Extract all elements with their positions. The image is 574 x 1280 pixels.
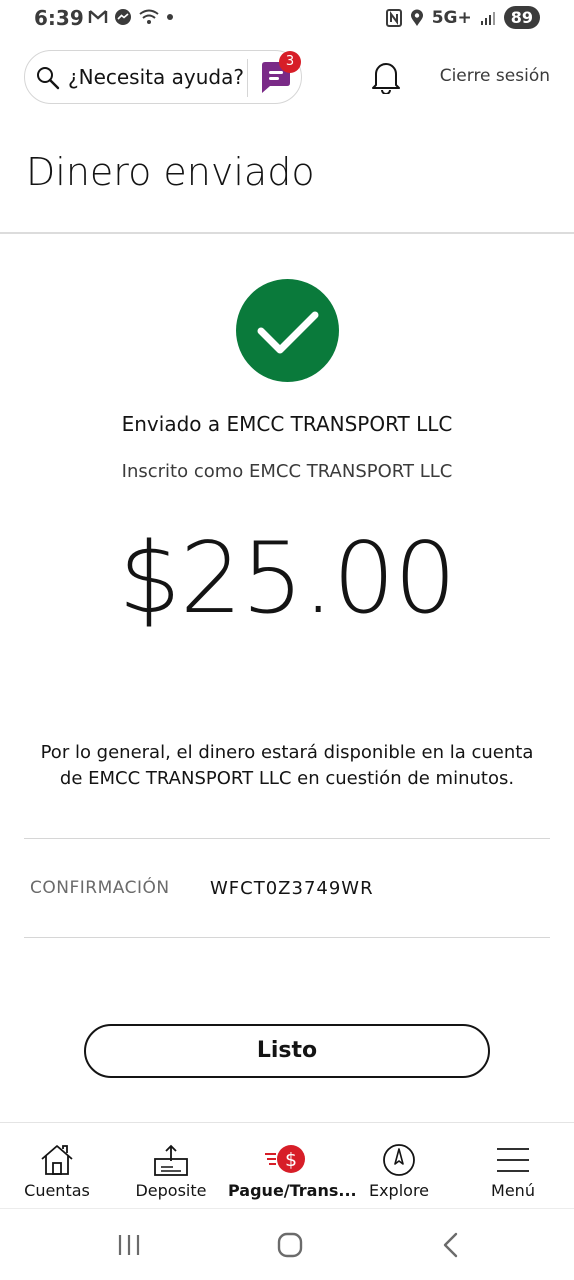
page-title: Dinero enviado bbox=[26, 150, 315, 194]
confirmation-bottom-divider bbox=[24, 937, 550, 938]
location-icon bbox=[410, 9, 423, 26]
recent-apps-icon[interactable] bbox=[116, 1233, 142, 1257]
help-search-box[interactable]: ¿Necesita ayuda? 3 bbox=[24, 50, 302, 104]
enrolled-as-text: Inscrito como EMCC TRANSPORT LLC bbox=[121, 461, 453, 482]
signal-icon bbox=[480, 11, 495, 25]
nav-item-explore[interactable]: Explore bbox=[342, 1123, 456, 1209]
confirmation-label: CONFIRMACIÓN bbox=[30, 878, 170, 898]
pay-transfer-icon: $ bbox=[265, 1145, 305, 1173]
notification-bell-icon[interactable] bbox=[370, 60, 402, 94]
nav-item-deposit[interactable]: Deposite bbox=[114, 1123, 228, 1209]
signout-link[interactable]: Cierre sesión bbox=[440, 66, 550, 86]
compass-icon bbox=[383, 1144, 415, 1176]
notification-icons bbox=[88, 8, 174, 26]
title-divider bbox=[0, 232, 574, 234]
availability-message: Por lo general, el dinero estará disponi… bbox=[40, 742, 534, 789]
help-search-label: ¿Necesita ayuda? bbox=[68, 65, 244, 89]
nav-label-deposit: Deposite bbox=[135, 1181, 207, 1200]
nav-item-pay-transfer[interactable]: $ Pague/Trans... bbox=[228, 1123, 357, 1209]
svg-text:$: $ bbox=[285, 1149, 297, 1171]
battery-indicator: 89 bbox=[503, 6, 540, 29]
dot-icon bbox=[167, 14, 173, 20]
status-bar: 6:39 5G+ 89 bbox=[0, 0, 574, 40]
nav-item-accounts[interactable]: Cuentas bbox=[0, 1123, 114, 1209]
nav-item-menu[interactable]: Menú bbox=[456, 1123, 570, 1209]
nfc-icon bbox=[385, 8, 402, 27]
search-icon bbox=[37, 67, 60, 90]
menu-icon bbox=[497, 1148, 529, 1172]
gmail-icon bbox=[88, 10, 108, 23]
nav-label-accounts: Cuentas bbox=[24, 1181, 90, 1200]
nav-label-menu: Menú bbox=[491, 1181, 535, 1200]
confirmation-top-divider bbox=[24, 838, 550, 839]
system-status-icons: 5G+ 89 bbox=[385, 6, 540, 29]
home-icon bbox=[41, 1145, 73, 1175]
done-button[interactable]: Listo bbox=[84, 1024, 490, 1078]
messenger-icon bbox=[115, 9, 131, 25]
deposit-icon bbox=[154, 1144, 188, 1176]
sent-to-text: Enviado a EMCC TRANSPORT LLC bbox=[121, 412, 453, 436]
search-divider bbox=[247, 59, 248, 97]
nav-label-explore: Explore bbox=[368, 1181, 430, 1200]
status-time: 6:39 bbox=[34, 6, 84, 30]
network-label: 5G+ bbox=[431, 7, 472, 28]
nav-label-pay-transfer: Pague/Trans... bbox=[228, 1181, 357, 1200]
confirmation-code: WFCT0Z3749WR bbox=[210, 878, 374, 899]
amount-sent: $25.00 bbox=[118, 522, 457, 636]
bottom-nav: Cuentas Deposite $ Pague/Trans... Explor… bbox=[0, 1122, 574, 1208]
back-icon[interactable] bbox=[440, 1231, 462, 1259]
system-nav-bar bbox=[0, 1208, 574, 1280]
home-button-icon[interactable] bbox=[277, 1232, 303, 1258]
chat-badge: 3 bbox=[279, 51, 301, 73]
success-check-icon bbox=[236, 279, 339, 382]
wifi-icon bbox=[139, 9, 159, 24]
